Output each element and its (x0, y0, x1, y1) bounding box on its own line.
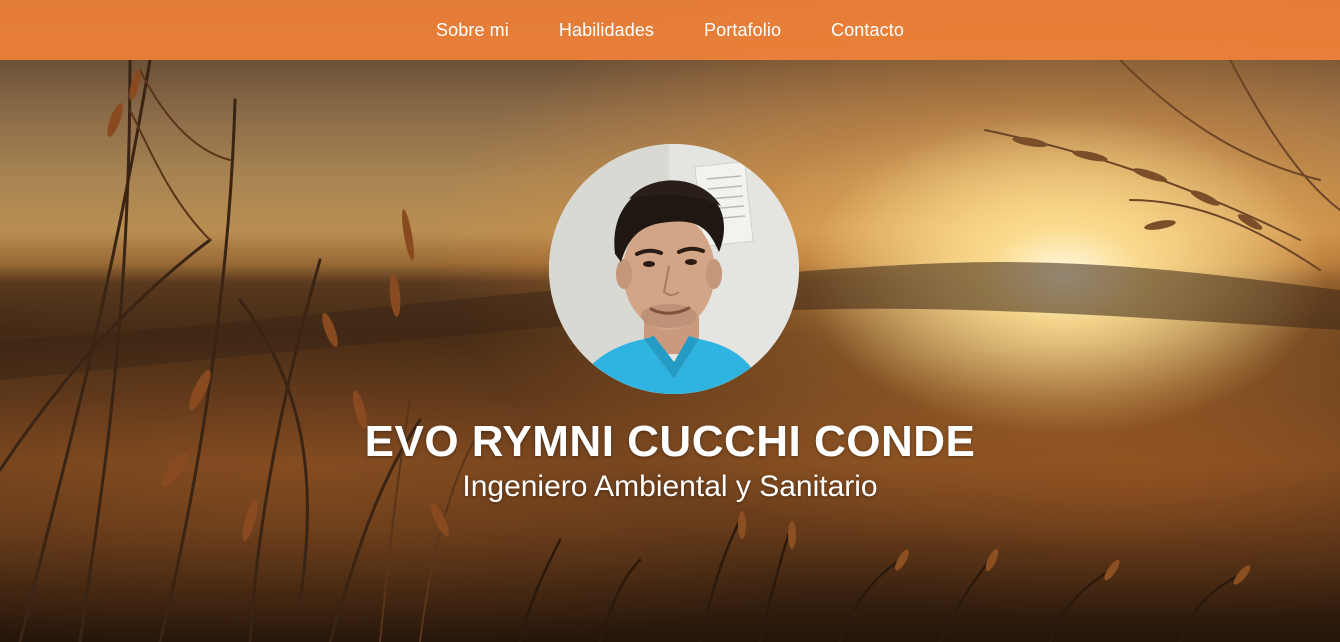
profile-photo (549, 144, 799, 394)
hero-subtitle: Ingeniero Ambiental y Sanitario (462, 470, 878, 503)
nav-link-habilidades[interactable]: Habilidades (559, 20, 654, 41)
nav-link-sobre-mi[interactable]: Sobre mi (436, 20, 509, 41)
nav-link-portafolio[interactable]: Portafolio (704, 20, 781, 41)
top-navigation-bar: Sobre mi Habilidades Portafolio Contacto (0, 0, 1340, 60)
landing-page: Sobre mi Habilidades Portafolio Contacto (0, 0, 1340, 642)
hero-name-heading: EVO RYMNI CUCCHI CONDE (364, 417, 976, 466)
hero-text-block: EVO RYMNI CUCCHI CONDE Ingeniero Ambient… (0, 415, 1340, 505)
profile-avatar (549, 144, 799, 394)
nav-link-contacto[interactable]: Contacto (831, 20, 904, 41)
